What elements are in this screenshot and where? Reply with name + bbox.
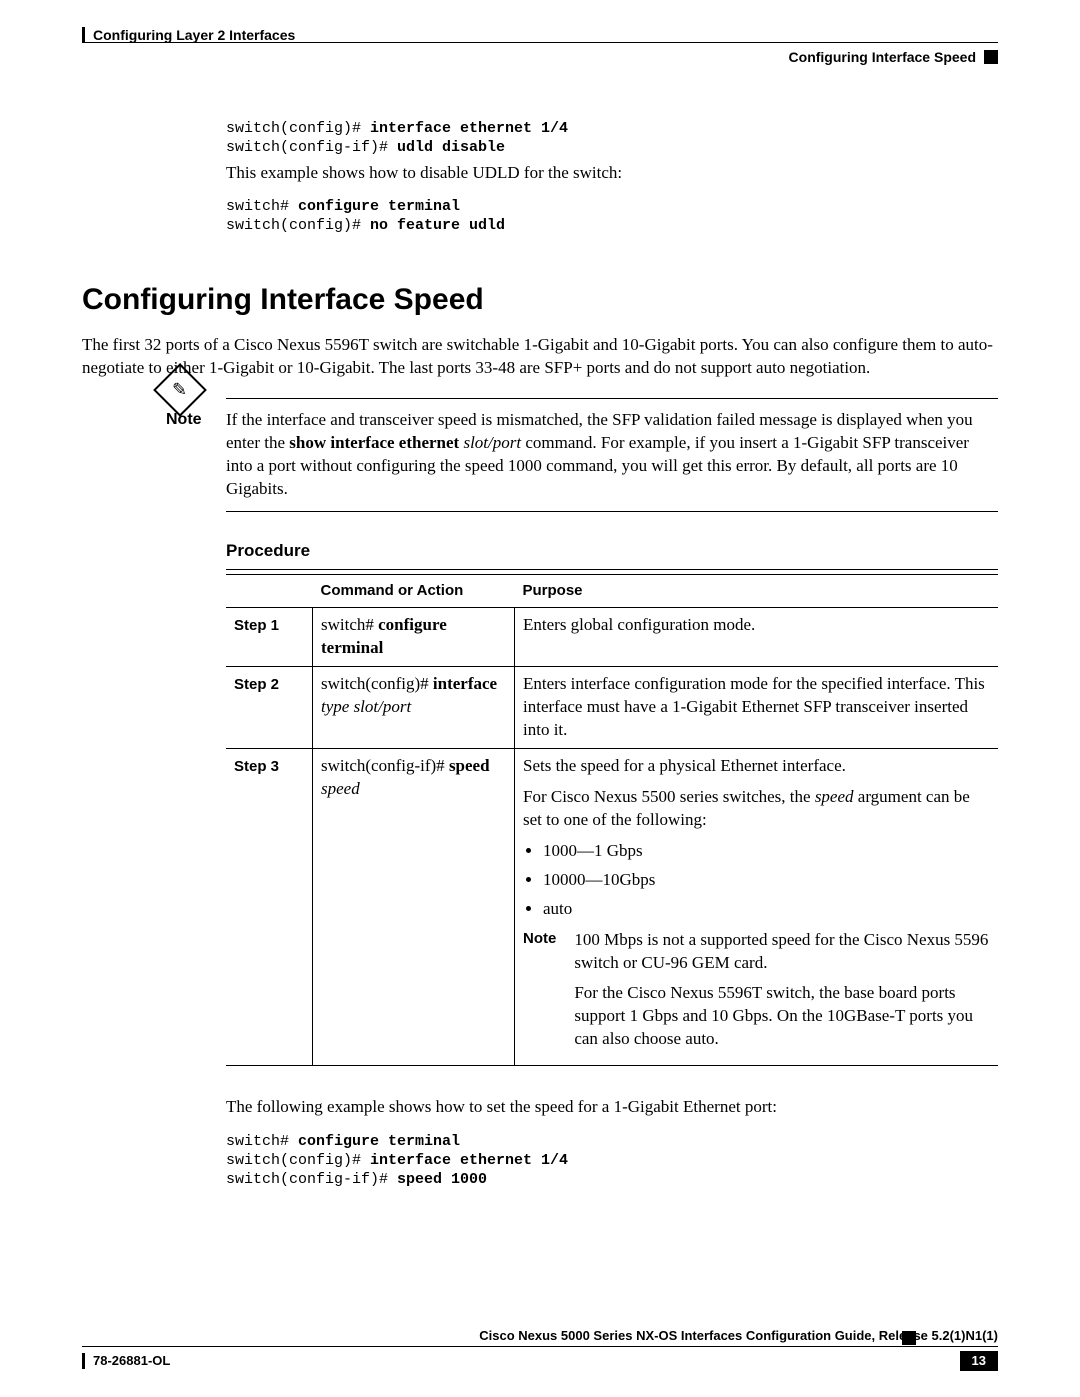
cli-example-1: switch(config)# interface ethernet 1/4 s…	[226, 120, 998, 158]
header-rule	[82, 42, 998, 43]
list-item: 1000—1 Gbps	[543, 840, 990, 863]
cli-example-2: switch# configure terminal switch(config…	[226, 198, 998, 236]
step-label: Step 3	[234, 758, 279, 775]
cmd-cell: switch(config-if)# speedspeed	[313, 748, 515, 1065]
section-title-header: Configuring Interface Speed	[789, 48, 976, 67]
table-row: Step 1 switch# configure terminal Enters…	[226, 608, 998, 667]
procedure-rule	[226, 569, 998, 570]
note-block: ✎ Note If the interface and transceiver …	[226, 398, 998, 512]
footer-rule	[82, 1346, 998, 1347]
list-item: auto	[543, 898, 990, 921]
list-item: 10000—10Gbps	[543, 869, 990, 892]
footer-guide-title: Cisco Nexus 5000 Series NX-OS Interfaces…	[82, 1327, 998, 1345]
col-command: Command or Action	[313, 575, 515, 608]
purpose-cell: Enters interface configuration mode for …	[515, 667, 999, 749]
table-row: Step 2 switch(config)# interfacetype slo…	[226, 667, 998, 749]
footer-square-icon	[902, 1331, 916, 1345]
col-purpose: Purpose	[515, 575, 999, 608]
page-footer: Cisco Nexus 5000 Series NX-OS Interfaces…	[82, 1327, 998, 1371]
procedure-table: Command or Action Purpose Step 1 switch#…	[226, 574, 998, 1066]
note-text: If the interface and transceiver speed i…	[226, 409, 998, 501]
cmd-cell: switch# configure terminal	[313, 608, 515, 667]
page-number: 13	[960, 1351, 998, 1371]
cli-example-3: switch# configure terminal switch(config…	[226, 1133, 998, 1189]
procedure-bottom-rule	[226, 1065, 998, 1066]
procedure-heading: Procedure	[226, 540, 998, 563]
purpose-cell: Enters global configuration mode.	[515, 608, 999, 667]
example3-caption: The following example shows how to set t…	[226, 1096, 998, 1119]
inner-note-text: 100 Mbps is not a supported speed for th…	[574, 929, 990, 1060]
note-label: Note	[166, 409, 202, 431]
inner-note-label: Note	[523, 929, 556, 1060]
cmd-cell: switch(config)# interfacetype slot/port	[313, 667, 515, 749]
footer-doc-number: 78-26881-OL	[93, 1352, 170, 1370]
step-label: Step 1	[234, 617, 279, 634]
purpose-cell: Sets the speed for a physical Ethernet i…	[515, 748, 999, 1065]
col-step	[226, 575, 313, 608]
footer-bar-icon	[82, 1353, 85, 1369]
intro-paragraph: The first 32 ports of a Cisco Nexus 5596…	[82, 334, 998, 380]
example1-caption: This example shows how to disable UDLD f…	[226, 162, 998, 185]
table-row: Step 3 switch(config-if)# speedspeed Set…	[226, 748, 998, 1065]
header-square-icon	[984, 50, 998, 64]
section-heading: Configuring Interface Speed	[82, 280, 998, 321]
step-label: Step 2	[234, 676, 279, 693]
